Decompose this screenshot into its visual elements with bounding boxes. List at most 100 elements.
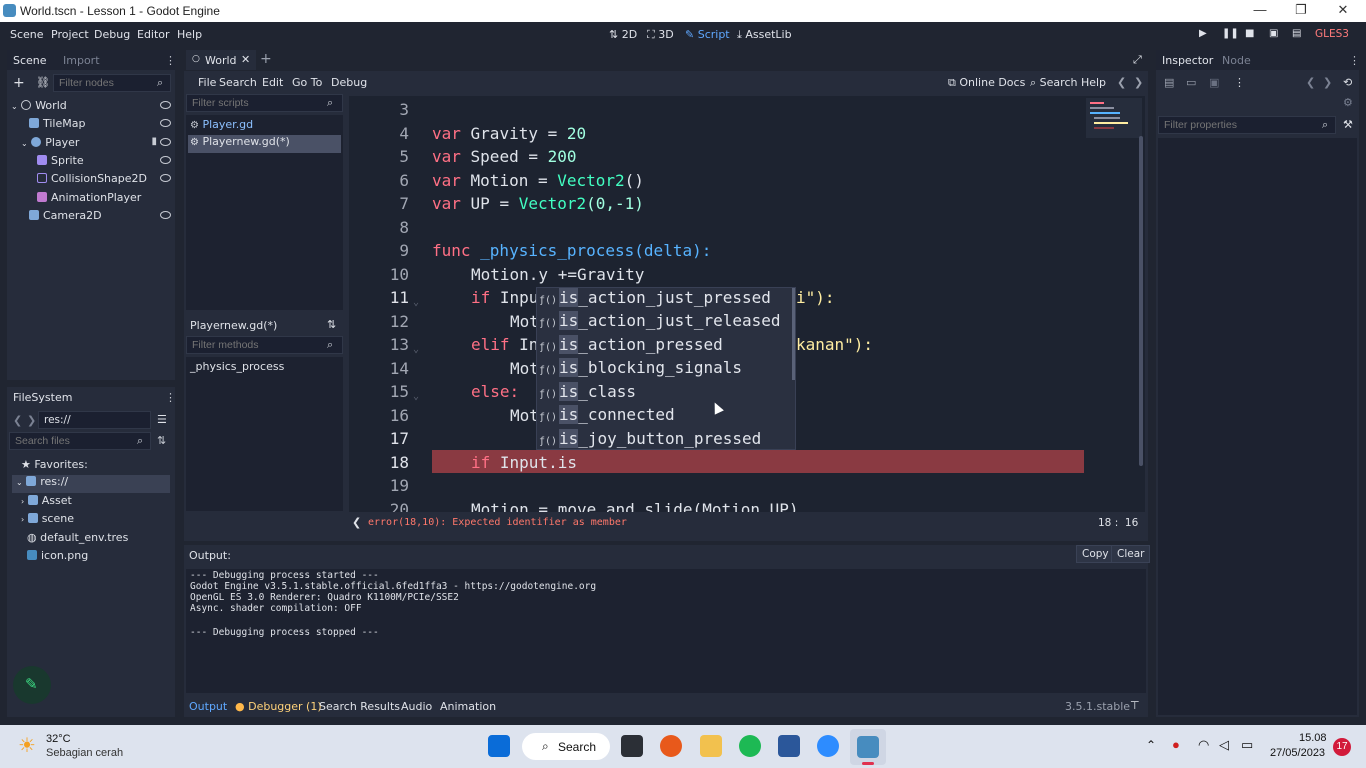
autocomplete-item[interactable]: ƒ() is_blocking_signals bbox=[537, 358, 793, 381]
close-icon[interactable]: ✕ bbox=[1333, 2, 1353, 18]
workspace-3d[interactable]: ⛶ 3D bbox=[647, 28, 674, 42]
autocomplete-item[interactable]: ƒ() is_joy_button_pressed bbox=[537, 429, 793, 452]
method-item[interactable]: _physics_process bbox=[190, 360, 284, 378]
wifi-icon[interactable]: ◠ bbox=[1198, 737, 1209, 753]
autocomplete-scrollbar[interactable] bbox=[792, 288, 795, 380]
script-menu-debug[interactable]: Debug bbox=[331, 76, 367, 89]
renderer-select[interactable]: GLES3 bbox=[1315, 28, 1349, 40]
menu-editor[interactable]: Editor bbox=[137, 28, 170, 41]
fold-arrow-icon[interactable]: ⌄ bbox=[413, 391, 419, 402]
add-tab-icon[interactable]: + bbox=[260, 51, 272, 67]
workspace-script[interactable]: ✎ Script bbox=[685, 28, 730, 41]
forward-arrow-icon[interactable]: ❯ bbox=[27, 414, 36, 427]
fs-row-icon-png[interactable]: icon.png bbox=[27, 549, 88, 567]
property-settings-icon[interactable]: ⚒ bbox=[1343, 118, 1353, 131]
autocomplete-item[interactable]: ƒ() is_action_pressed bbox=[537, 335, 793, 358]
workspace-assetlib[interactable]: ⤓ AssetLib bbox=[737, 28, 792, 42]
file-explorer-icon[interactable] bbox=[700, 735, 722, 757]
tab-import[interactable]: Import bbox=[63, 54, 100, 67]
menu-project[interactable]: Project bbox=[51, 28, 89, 41]
filter-scripts-input[interactable] bbox=[186, 94, 343, 112]
menu-debug[interactable]: Debug bbox=[94, 28, 130, 41]
back-arrow-icon[interactable]: ❮ bbox=[13, 414, 22, 427]
bottom-tab-animation[interactable]: Animation bbox=[440, 700, 496, 713]
autocomplete-item[interactable]: ƒ() is_class bbox=[537, 382, 793, 405]
split-mode-icon[interactable]: ☰ bbox=[157, 413, 167, 426]
history-forward-icon[interactable]: ❯ bbox=[1323, 76, 1332, 89]
tab-node[interactable]: Node bbox=[1222, 54, 1251, 67]
minimap[interactable] bbox=[1086, 98, 1142, 138]
prev-script-icon[interactable]: ❮ bbox=[1117, 76, 1126, 89]
link-icon[interactable]: ⛓ bbox=[36, 76, 50, 89]
filter-properties-input[interactable] bbox=[1158, 116, 1336, 134]
battery-icon[interactable]: ▭ bbox=[1241, 737, 1253, 753]
workspace-2d[interactable]: ⇅ 2D bbox=[609, 28, 637, 41]
visibility-eye-icon[interactable] bbox=[160, 211, 171, 219]
script-item-playernew[interactable]: ⚙ Playernew.gd(*) bbox=[188, 135, 341, 153]
tab-world[interactable]: ○ World ✕ bbox=[186, 50, 256, 70]
autocomplete-item[interactable]: ƒ() is_connected bbox=[537, 405, 793, 428]
pause-icon[interactable]: ❚❚ bbox=[1222, 28, 1239, 39]
weather-desc[interactable]: Sebagian cerah bbox=[46, 747, 123, 759]
clock-time[interactable]: 15.08 bbox=[1299, 732, 1327, 744]
search-help-button[interactable]: ⌕ Search Help bbox=[1030, 76, 1106, 90]
favorites-row[interactable]: ★ Favorites: bbox=[21, 458, 88, 476]
spotify-icon[interactable] bbox=[739, 735, 761, 757]
script-item-player[interactable]: ⚙ Player.gd bbox=[190, 118, 253, 136]
clear-button[interactable]: Clear bbox=[1111, 545, 1151, 563]
pin-icon[interactable]: ⊤ bbox=[1130, 699, 1140, 712]
error-message[interactable]: error(18,10): Expected identifier as mem… bbox=[368, 517, 627, 528]
script-menu-file[interactable]: File bbox=[198, 76, 216, 89]
filter-nodes-input[interactable] bbox=[53, 74, 171, 92]
tab-scene[interactable]: Scene bbox=[13, 54, 47, 67]
fs-row-scene[interactable]: › scene bbox=[21, 512, 74, 530]
tree-node-animationplayer[interactable]: AnimationPlayer bbox=[37, 191, 171, 209]
minimize-icon[interactable]: — bbox=[1250, 2, 1270, 17]
online-docs-button[interactable]: ⧉ Online Docs bbox=[948, 76, 1025, 90]
close-tab-icon[interactable]: ✕ bbox=[241, 53, 250, 66]
tree-node-tilemap[interactable]: TileMap bbox=[29, 117, 171, 135]
play-custom-scene-icon[interactable]: ▤ bbox=[1292, 28, 1301, 39]
visibility-eye-icon[interactable] bbox=[160, 138, 171, 146]
toggle-scripts-panel-icon[interactable]: ❮ bbox=[352, 516, 361, 529]
chevron-up-icon[interactable]: ⌃ bbox=[1146, 738, 1156, 752]
save-resource-icon[interactable]: ▣ bbox=[1209, 76, 1219, 89]
weather-temp[interactable]: 32°C bbox=[46, 733, 71, 745]
stop-icon[interactable]: ■ bbox=[1245, 28, 1254, 39]
fold-arrow-icon[interactable]: ⌄ bbox=[413, 297, 419, 308]
object-properties-icon[interactable]: ⚙ bbox=[1343, 96, 1353, 109]
filter-methods-input[interactable] bbox=[186, 336, 343, 354]
tree-node-world[interactable]: ⌄ World bbox=[11, 99, 171, 117]
fs-row-res[interactable]: ⌄ res:// bbox=[12, 475, 170, 493]
autocomplete-item[interactable]: ƒ() is_action_just_pressed bbox=[537, 288, 793, 311]
autocomplete-item[interactable]: ƒ() is_action_just_released bbox=[537, 311, 793, 334]
menu-scene[interactable]: Scene bbox=[10, 28, 44, 41]
history-icon[interactable]: ⟲ bbox=[1343, 76, 1352, 89]
pen-fab-button[interactable]: ✎ bbox=[13, 666, 51, 704]
visibility-eye-icon[interactable] bbox=[160, 174, 171, 182]
bottom-tab-output[interactable]: Output bbox=[189, 700, 227, 713]
fs-row-asset[interactable]: › Asset bbox=[21, 494, 72, 512]
bottom-tab-search-results[interactable]: Search Results bbox=[319, 700, 400, 713]
visibility-eye-icon[interactable] bbox=[160, 101, 171, 109]
tree-node-sprite[interactable]: Sprite bbox=[37, 154, 171, 172]
zoom-icon[interactable] bbox=[817, 735, 839, 757]
dock-menu-icon[interactable]: ⋮ bbox=[165, 54, 176, 67]
play-scene-icon[interactable]: ▣ bbox=[1269, 28, 1278, 39]
godot-taskbar-button[interactable] bbox=[850, 729, 886, 765]
word-icon[interactable] bbox=[778, 735, 800, 757]
tree-node-camera2d[interactable]: Camera2D bbox=[29, 209, 171, 227]
tree-node-player[interactable]: ⌄ Player ▮ bbox=[21, 136, 171, 154]
tab-inspector[interactable]: Inspector bbox=[1162, 54, 1213, 67]
code-scrollbar[interactable] bbox=[1139, 136, 1143, 466]
path-field[interactable]: res:// bbox=[38, 411, 151, 429]
taskbar-search[interactable]: ⌕ Search bbox=[522, 733, 610, 760]
windows-start-icon[interactable] bbox=[488, 735, 510, 757]
play-icon[interactable]: ▶ bbox=[1199, 28, 1207, 39]
fold-arrow-icon[interactable]: ⌄ bbox=[413, 344, 419, 355]
visibility-eye-icon[interactable] bbox=[160, 156, 171, 164]
clock-date[interactable]: 27/05/2023 bbox=[1270, 747, 1325, 759]
script-menu-search[interactable]: Search bbox=[219, 76, 257, 89]
search-files-input[interactable] bbox=[9, 432, 151, 450]
script-attached-icon[interactable]: ▮ bbox=[151, 136, 157, 147]
